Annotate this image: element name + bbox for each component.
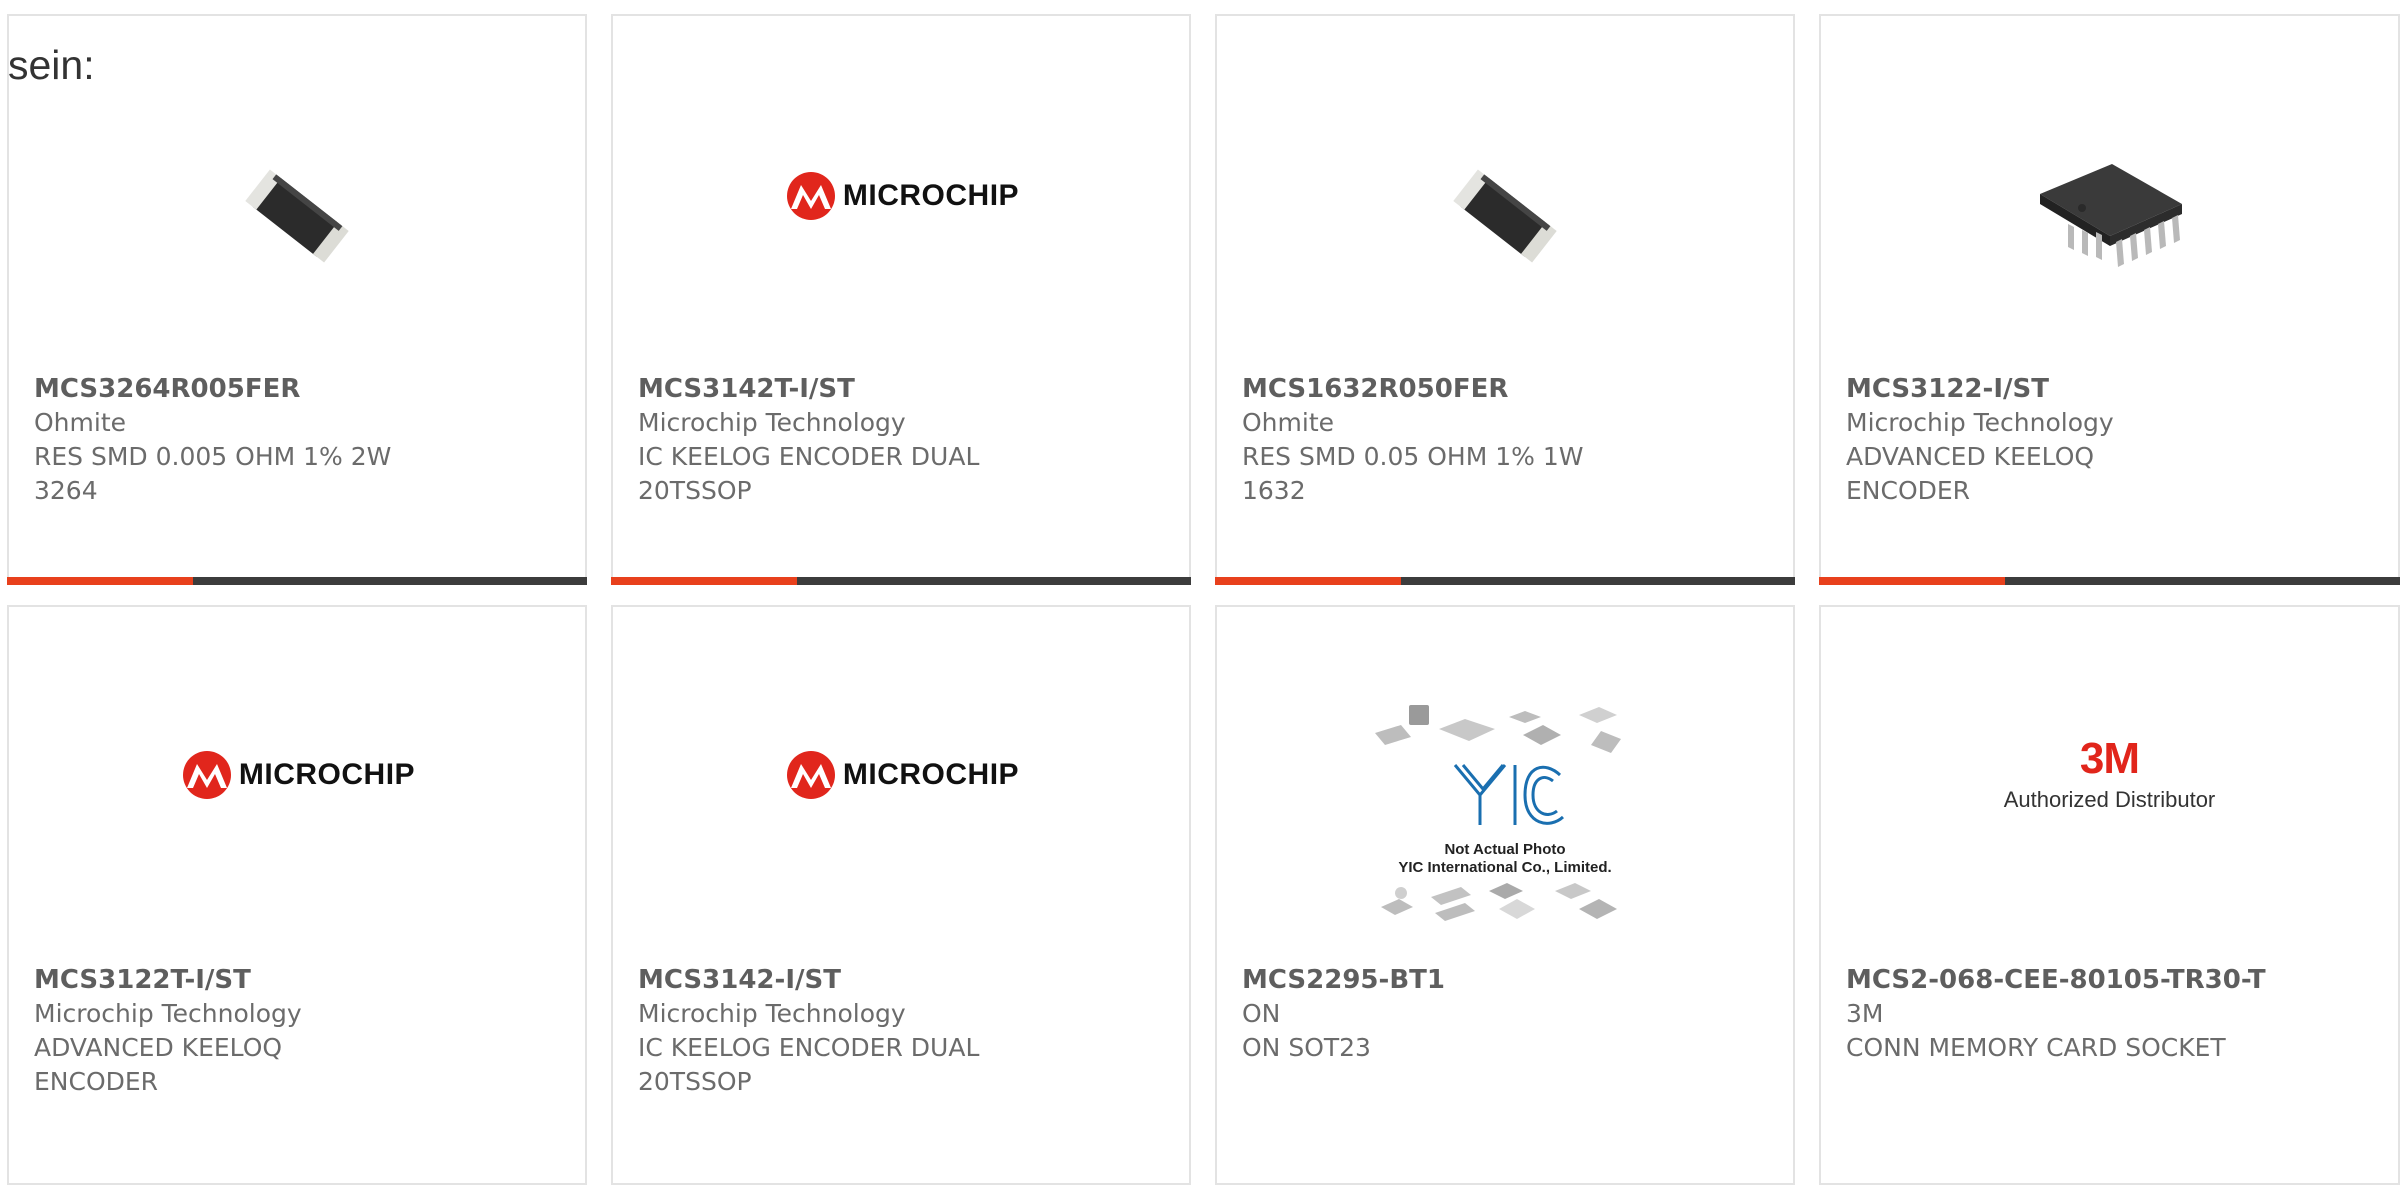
3m-logo-image[interactable]: 3M Authorized Distributor — [1821, 675, 2398, 875]
progress-bar-accent — [1819, 577, 2005, 585]
progress-bar — [1215, 577, 1795, 585]
description: CONN MEMORY CARD SOCKET — [1846, 1033, 2226, 1062]
microchip-logo-image[interactable]: MICROCHIP — [613, 96, 1189, 296]
progress-bar-accent — [1215, 577, 1401, 585]
description: IC KEELOG ENCODER DUAL 20TSSOP — [638, 442, 980, 505]
part-number-link[interactable]: MCS3122-I/ST — [1846, 372, 2378, 406]
part-number-link[interactable]: MCS3142T-I/ST — [638, 372, 1169, 406]
product-card[interactable]: MCS3264R005FER Ohmite RES SMD 0.005 OHM … — [7, 14, 587, 585]
manufacturer: Microchip Technology — [638, 999, 906, 1028]
product-card[interactable]: MICROCHIP MCS3142-I/ST Microchip Technol… — [611, 605, 1191, 1185]
description: ADVANCED KEELOQ ENCODER — [1846, 442, 2095, 505]
microchip-logo-icon — [182, 751, 231, 799]
progress-bar-accent — [7, 577, 193, 585]
part-number-link[interactable]: MCS3142-I/ST — [638, 963, 1169, 997]
description: ADVANCED KEELOQ ENCODER — [34, 1033, 283, 1096]
part-number-link[interactable]: MCS2-068-CEE-80105-TR30-T — [1846, 963, 2378, 997]
microchip-logo-text: MICROCHIP — [842, 179, 1020, 212]
description: RES SMD 0.005 OHM 1% 2W 3264 — [34, 442, 392, 505]
progress-bar-accent — [611, 577, 797, 585]
part-number-link[interactable]: MCS3122T-I/ST — [34, 963, 565, 997]
description: ON SOT23 — [1242, 1033, 1371, 1062]
description: IC KEELOG ENCODER DUAL 20TSSOP — [638, 1033, 980, 1096]
manufacturer: Ohmite — [1242, 408, 1335, 437]
manufacturer: ON — [1242, 999, 1281, 1028]
intro-text: sein: — [8, 42, 95, 88]
3m-tagline: Authorized Distributor — [2003, 787, 2216, 812]
resistor-chip-image[interactable] — [1217, 116, 1793, 316]
progress-bar — [7, 577, 587, 585]
tssop-ic-image[interactable] — [1821, 111, 2398, 311]
microchip-logo-text: MICROCHIP — [238, 758, 416, 791]
yic-caption-1: Not Actual Photo — [1444, 841, 1565, 858]
part-number-link[interactable]: MCS3264R005FER — [34, 372, 565, 406]
description: RES SMD 0.05 OHM 1% 1W 1632 — [1242, 442, 1584, 505]
part-number-link[interactable]: MCS1632R050FER — [1242, 372, 1773, 406]
product-card[interactable]: MICROCHIP MCS3142T-I/ST Microchip Techno… — [611, 14, 1191, 585]
manufacturer: Microchip Technology — [1846, 408, 2114, 437]
manufacturer: Microchip Technology — [34, 999, 302, 1028]
progress-bar — [611, 577, 1191, 585]
microchip-logo-text: MICROCHIP — [842, 758, 1020, 791]
manufacturer: 3M — [1846, 999, 1884, 1028]
product-card[interactable]: MICROCHIP MCS3122T-I/ST Microchip Techno… — [7, 605, 587, 1185]
product-card[interactable]: 3M Authorized Distributor MCS2-068-CEE-8… — [1819, 605, 2400, 1185]
microchip-logo-image[interactable]: MICROCHIP — [613, 675, 1189, 875]
part-number-link[interactable]: MCS2295-BT1 — [1242, 963, 1773, 997]
product-card[interactable]: Not Actual Photo YIC International Co., … — [1215, 605, 1795, 1185]
microchip-logo-icon — [786, 751, 835, 799]
product-card[interactable]: MCS3122-I/ST Microchip Technology ADVANC… — [1819, 14, 2400, 585]
manufacturer: Ohmite — [34, 408, 127, 437]
manufacturer: Microchip Technology — [638, 408, 906, 437]
resistor-chip-image[interactable] — [9, 116, 585, 316]
3m-logo: 3M — [2079, 734, 2140, 783]
product-card[interactable]: MCS1632R050FER Ohmite RES SMD 0.05 OHM 1… — [1215, 14, 1795, 585]
progress-bar — [1819, 577, 2400, 585]
microchip-logo-image[interactable]: MICROCHIP — [9, 675, 585, 875]
yic-placeholder-image[interactable]: Not Actual Photo YIC International Co., … — [1217, 695, 1793, 935]
microchip-logo-icon — [786, 172, 835, 220]
yic-caption-2: YIC International Co., Limited. — [1398, 859, 1611, 876]
